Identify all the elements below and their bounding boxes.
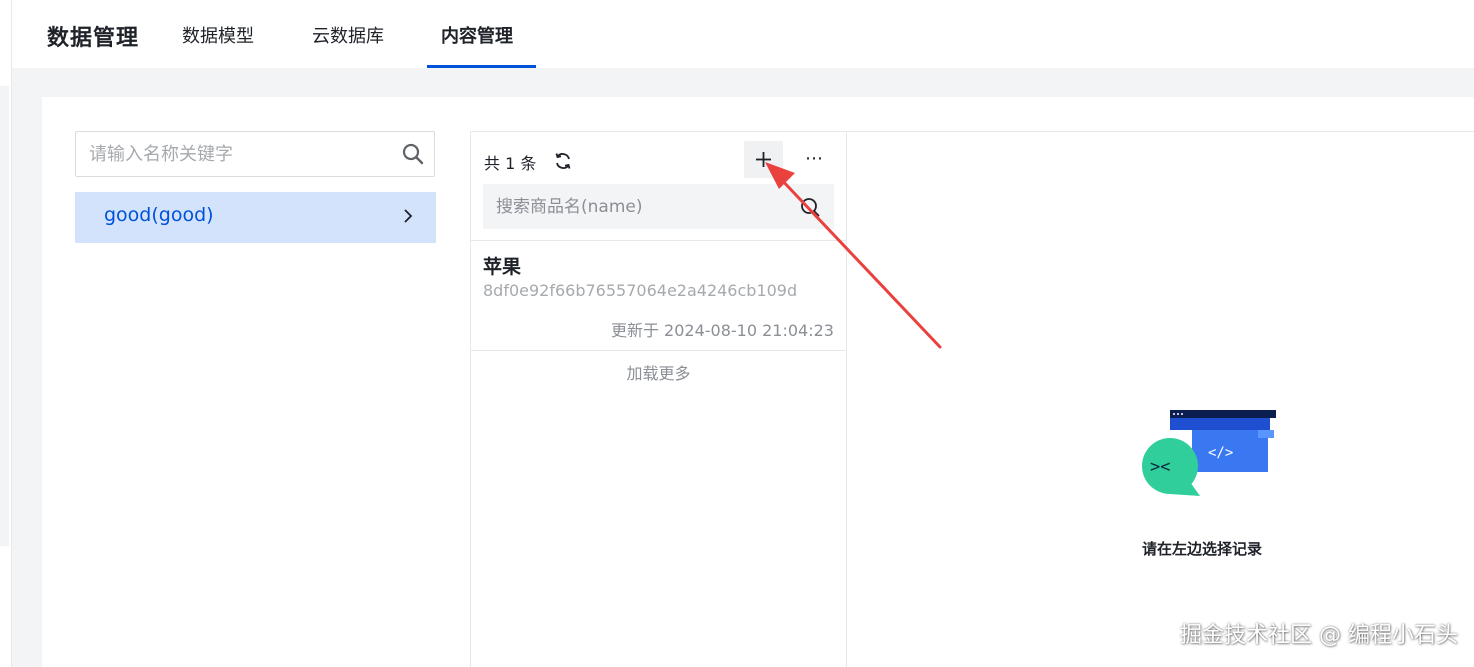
tab-content-management[interactable]: 内容管理 bbox=[441, 22, 513, 48]
chevron-right-icon bbox=[404, 209, 413, 223]
record-id: 8df0e92f66b76557064e2a4246cb109d bbox=[483, 281, 798, 300]
search-icon[interactable] bbox=[800, 197, 820, 217]
search-icon[interactable] bbox=[402, 143, 424, 165]
empty-state-illustration: </> >< bbox=[1142, 410, 1276, 496]
collection-search-input[interactable] bbox=[76, 132, 396, 176]
record-detail-panel: </> >< 请在左边选择记录 bbox=[847, 131, 1474, 667]
content-area: good(good) 共 1 条 ⋯ bbox=[12, 68, 1474, 667]
top-navigation: 数据管理 数据模型 云数据库 内容管理 bbox=[12, 0, 1474, 68]
record-search bbox=[483, 184, 834, 229]
collection-item-good[interactable]: good(good) bbox=[75, 192, 436, 243]
add-record-button[interactable] bbox=[744, 141, 783, 178]
record-count: 共 1 条 bbox=[484, 154, 537, 173]
refresh-icon[interactable] bbox=[553, 151, 573, 171]
more-options-icon[interactable]: ⋯ bbox=[805, 148, 827, 169]
load-more-link[interactable]: 加载更多 bbox=[471, 360, 846, 384]
collection-search bbox=[75, 131, 435, 177]
record-item[interactable]: 苹果 8df0e92f66b76557064e2a4246cb109d 更新于 … bbox=[471, 241, 846, 351]
tab-data-model[interactable]: 数据模型 bbox=[182, 22, 254, 48]
left-rail-shade bbox=[0, 86, 9, 546]
watermark: 掘金技术社区 @ 编程小石头 bbox=[1180, 623, 1458, 648]
divider bbox=[471, 350, 846, 351]
record-updated-time: 更新于 2024-08-10 21:04:23 bbox=[610, 321, 834, 340]
record-search-input[interactable] bbox=[483, 184, 783, 229]
empty-state-text: 请在左边选择记录 bbox=[1142, 540, 1263, 558]
svg-text:</>: </> bbox=[1208, 445, 1233, 461]
collection-item-label: good(good) bbox=[104, 204, 214, 226]
content-card: good(good) 共 1 条 ⋯ bbox=[42, 97, 1474, 667]
page-title: 数据管理 bbox=[47, 26, 140, 51]
left-rail bbox=[0, 0, 12, 667]
plus-icon bbox=[756, 152, 771, 167]
svg-text:><: >< bbox=[1150, 457, 1170, 477]
tab-cloud-database[interactable]: 云数据库 bbox=[312, 22, 384, 48]
record-list-panel: 共 1 条 ⋯ 搜索商品名(name) 苹果 8df0e92f66b765570… bbox=[470, 131, 847, 667]
record-title: 苹果 bbox=[483, 256, 522, 278]
